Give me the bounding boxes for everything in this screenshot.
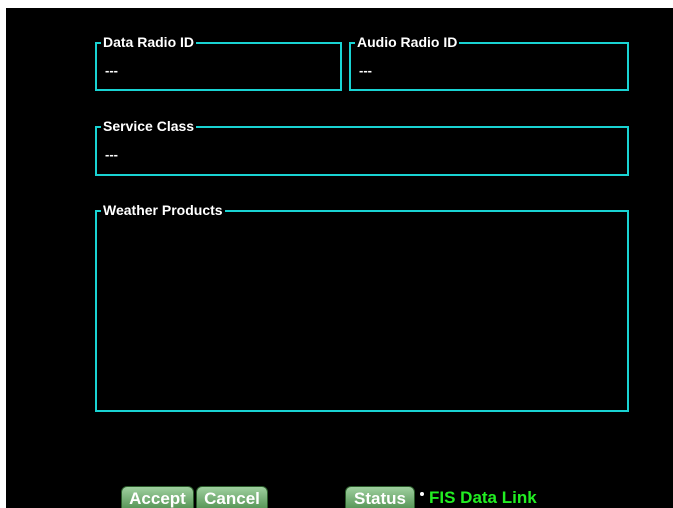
service-class-label: Service Class bbox=[101, 118, 197, 134]
audio-radio-id-value: --- bbox=[359, 63, 372, 78]
data-radio-id-value: --- bbox=[105, 63, 118, 78]
audio-radio-id-label: Audio Radio ID bbox=[355, 34, 460, 50]
weather-products-label: Weather Products bbox=[101, 202, 225, 218]
cancel-softkey[interactable]: Cancel bbox=[196, 486, 268, 508]
accept-softkey[interactable]: Accept bbox=[121, 486, 194, 508]
data-radio-id-group: Data Radio ID --- bbox=[95, 34, 342, 91]
fis-data-link-screen: Data Radio ID --- Audio Radio ID --- Ser… bbox=[6, 8, 673, 508]
page-title: FIS Data Link bbox=[429, 488, 537, 507]
service-class-group: Service Class --- bbox=[95, 118, 629, 176]
status-softkey[interactable]: Status bbox=[345, 486, 415, 508]
active-page-indicator-icon bbox=[420, 492, 424, 496]
audio-radio-id-group: Audio Radio ID --- bbox=[349, 34, 629, 91]
weather-products-group: Weather Products bbox=[95, 202, 629, 412]
data-radio-id-label: Data Radio ID bbox=[101, 34, 197, 50]
service-class-value: --- bbox=[105, 147, 118, 162]
